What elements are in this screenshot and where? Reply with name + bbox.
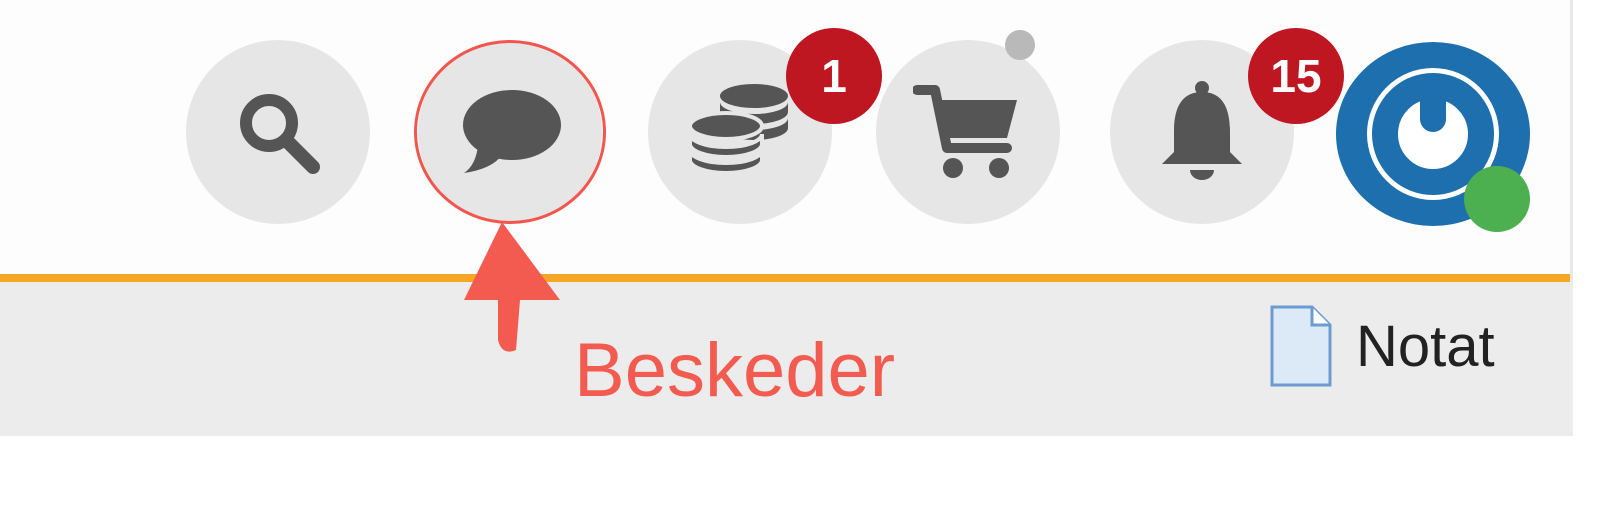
coins-icon [688, 84, 788, 175]
search-button[interactable] [186, 40, 370, 224]
messages-button[interactable] [418, 40, 602, 224]
note-link[interactable]: Notat [1268, 296, 1495, 396]
note-label: Notat [1356, 313, 1495, 379]
coins-badge: 1 [786, 28, 882, 124]
top-bar-accent-border [0, 274, 1570, 282]
online-status-dot [1464, 166, 1530, 232]
speech-bubble-icon [463, 90, 561, 173]
document-icon [1270, 305, 1332, 387]
shopping-cart-icon [913, 85, 1017, 178]
cart-status-dot [1005, 30, 1035, 60]
cart-button[interactable] [876, 40, 1060, 224]
bell-icon [1162, 81, 1242, 180]
annotation-label: Beskeder [574, 328, 896, 413]
search-icon [240, 94, 320, 174]
notifications-badge: 15 [1248, 28, 1344, 124]
